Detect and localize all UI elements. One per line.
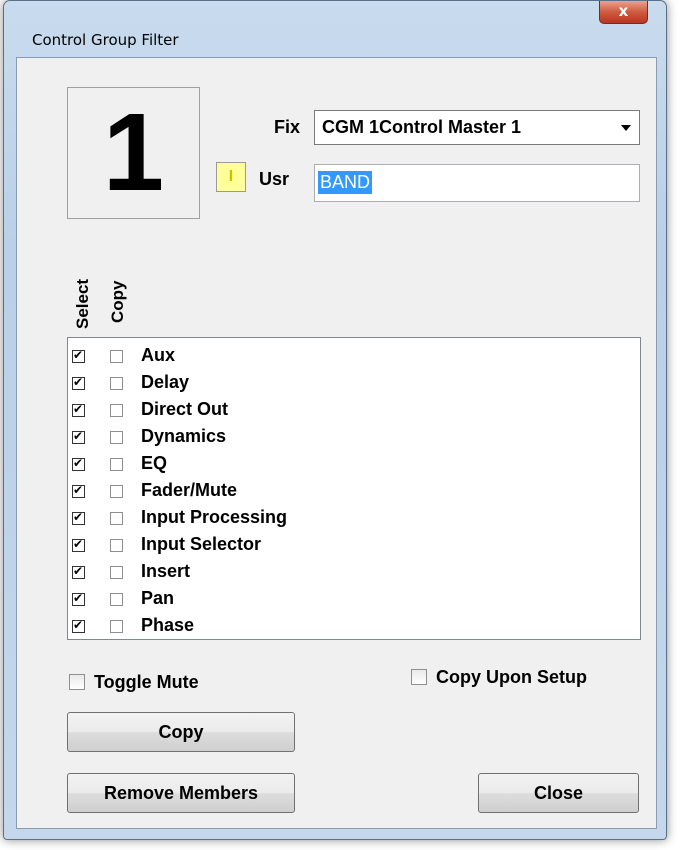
select-checkbox[interactable] <box>72 375 85 390</box>
copy-checkbox[interactable] <box>110 458 123 471</box>
copy-checkbox[interactable] <box>110 539 123 552</box>
select-checkbox[interactable] <box>72 591 85 606</box>
copy-checkbox[interactable] <box>110 377 123 390</box>
copy-checkbox[interactable] <box>110 512 123 525</box>
list-item-label: Pan <box>141 588 175 608</box>
chevron-down-icon <box>621 125 631 131</box>
usr-label: Usr <box>259 169 290 189</box>
toggle-mute-label: Toggle Mute <box>94 672 199 692</box>
list-item-label: Fader/Mute <box>141 480 238 500</box>
copy-upon-setup-label: Copy Upon Setup <box>436 667 587 687</box>
toggle-mute-checkbox[interactable] <box>69 674 85 690</box>
list-item[interactable]: Aux <box>68 343 640 370</box>
copy-column-header: Copy <box>108 280 127 324</box>
list-item-label: Input Processing <box>141 507 288 527</box>
select-checkbox[interactable] <box>72 510 85 525</box>
list-item[interactable]: Input Processing <box>68 505 640 532</box>
fix-dropdown[interactable]: CGM 1Control Master 1 <box>314 110 640 145</box>
list-item[interactable]: Direct Out <box>68 397 640 424</box>
group-number: 1 <box>102 91 165 214</box>
copy-checkbox[interactable] <box>110 593 123 606</box>
window-title: Control Group Filter <box>32 31 179 49</box>
list-item-label: Direct Out <box>141 399 229 419</box>
remove-members-button[interactable]: Remove Members <box>67 773 295 813</box>
list-item-label: Delay <box>141 372 190 392</box>
copy-checkbox[interactable] <box>110 350 123 363</box>
list-item[interactable]: Phase <box>68 613 640 640</box>
list-item[interactable]: Pan <box>68 586 640 613</box>
copy-checkbox[interactable] <box>110 431 123 444</box>
list-item-label: Aux <box>141 345 176 365</box>
list-item[interactable]: Delay <box>68 370 640 397</box>
dialog-client: 1 Fix CGM 1Control Master 1 I Usr BAND S… <box>16 57 657 829</box>
select-checkbox[interactable] <box>72 564 85 579</box>
group-number-box: 1 <box>67 87 200 219</box>
list-item-label: Dynamics <box>141 426 227 446</box>
copy-checkbox[interactable] <box>110 620 123 633</box>
list-item[interactable]: Dynamics <box>68 424 640 451</box>
close-window-button[interactable]: x <box>599 1 648 24</box>
usr-name-value: BAND <box>318 171 373 194</box>
select-checkbox[interactable] <box>72 348 85 363</box>
copy-upon-setup-checkbox[interactable] <box>411 669 427 685</box>
list-item-label: Phase <box>141 615 195 635</box>
list-item[interactable]: EQ <box>68 451 640 478</box>
fix-label: Fix <box>274 117 301 137</box>
usr-info-button[interactable]: I <box>216 162 246 192</box>
copy-button[interactable]: Copy <box>67 712 295 752</box>
select-column-header: Select <box>73 278 92 329</box>
list-item-label: Input Selector <box>141 534 262 554</box>
list-item[interactable]: Fader/Mute <box>68 478 640 505</box>
copy-checkbox[interactable] <box>110 404 123 417</box>
dialog-window: Control Group Filter x 1 Fix CGM 1Contro… <box>3 0 667 840</box>
fix-dropdown-value: CGM 1Control Master 1 <box>322 117 522 137</box>
list-item[interactable]: Input Selector <box>68 532 640 559</box>
filter-list[interactable]: Aux Delay Direct Out Dynamics EQ Fader/Mute In… <box>67 337 641 640</box>
select-checkbox[interactable] <box>72 402 85 417</box>
select-checkbox[interactable] <box>72 429 85 444</box>
list-item-label: EQ <box>141 453 168 473</box>
select-checkbox[interactable] <box>72 618 85 633</box>
usr-name-input[interactable]: BAND <box>314 164 640 202</box>
select-checkbox[interactable] <box>72 456 85 471</box>
copy-checkbox[interactable] <box>110 566 123 579</box>
title-bar[interactable]: Control Group Filter x <box>4 1 666 49</box>
close-button[interactable]: Close <box>478 773 639 813</box>
select-checkbox[interactable] <box>72 483 85 498</box>
copy-checkbox[interactable] <box>110 485 123 498</box>
select-checkbox[interactable] <box>72 537 85 552</box>
list-item-label: Insert <box>141 561 191 581</box>
list-item[interactable]: Insert <box>68 559 640 586</box>
